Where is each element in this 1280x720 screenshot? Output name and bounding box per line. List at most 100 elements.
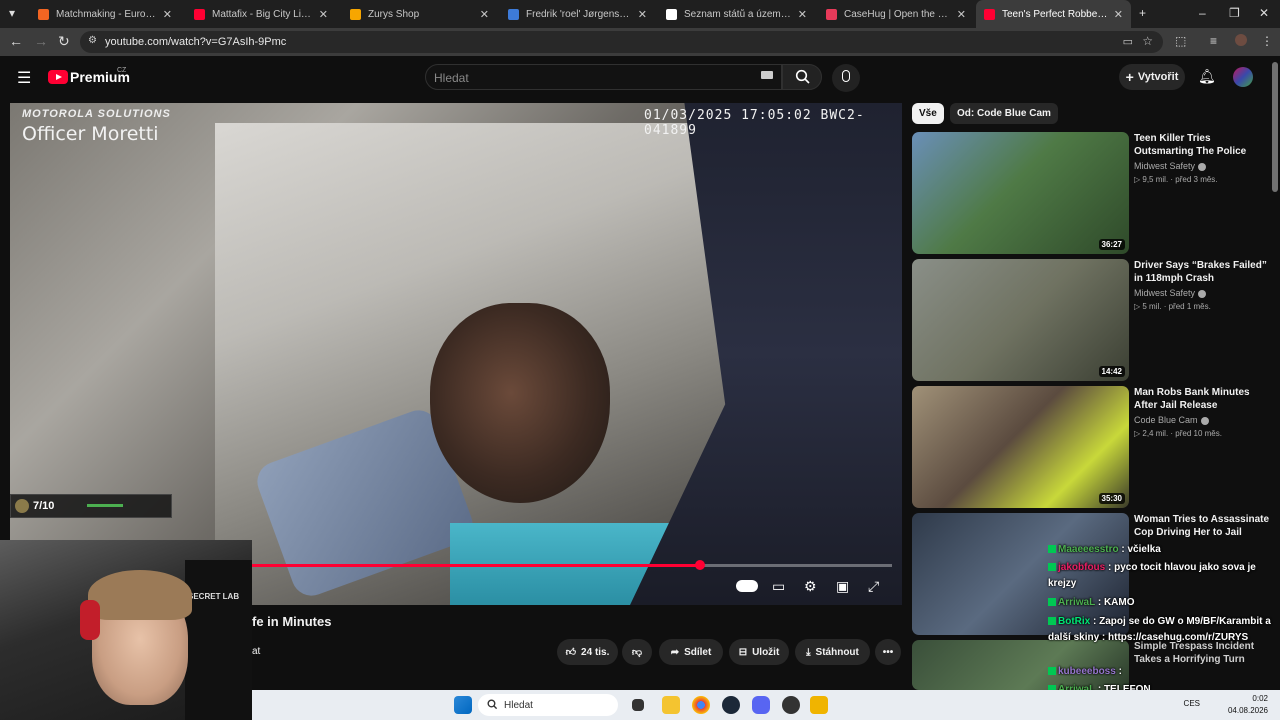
tab-favicon-icon [38,8,49,20]
close-icon[interactable]: ✕ [1114,8,1123,21]
account-avatar[interactable] [1233,67,1253,87]
rec-title[interactable]: Woman Tries to Assassinate Cop Driving H… [1134,513,1272,539]
system-clock[interactable]: 0:02 04.08.2026 [1228,693,1268,717]
input-language[interactable]: CES [1184,699,1200,708]
task-view-icon[interactable] [632,699,644,711]
tab-label: CaseHug | Open the Best CS2 C [844,8,951,20]
rec-age: před 3 měs. [1175,175,1218,184]
media-control-icon[interactable]: ≡ [1210,34,1217,48]
thumbs-down-icon: 👎︎ [631,647,643,658]
autoplay-toggle[interactable] [736,580,758,592]
dislike-button[interactable]: 👎︎ [622,639,652,665]
rec-thumbnail[interactable]: 36:27 [912,132,1129,254]
rec-title[interactable]: Man Robs Bank Minutes After Jail Release [1134,386,1272,412]
taskbar-search[interactable]: Hledat [478,694,618,716]
menu-kebab-icon[interactable]: ⋮ [1261,34,1273,48]
close-icon[interactable]: ✕ [957,8,966,21]
tab-favicon-icon [666,8,677,20]
share-button[interactable]: ➦ Sdílet [659,639,723,665]
chat-username: jakobfous [1058,562,1106,573]
file-explorer-icon[interactable] [662,696,680,714]
minimize-icon[interactable]: – [1199,6,1206,20]
close-icon[interactable]: ✕ [163,8,172,21]
rec-title[interactable]: Teen Killer Tries Outsmarting The Police [1134,132,1272,158]
app-icon[interactable] [810,696,828,714]
profile-avatar[interactable] [1235,34,1247,46]
clock-date: 04.08.2026 [1227,706,1268,715]
chat-message: BotRix : Zapoj se do GW o M9/BF/Karambit… [1048,614,1280,646]
fullscreen-icon[interactable]: ⤢ [868,578,879,595]
back-icon[interactable]: ← [9,33,23,49]
taskbar-search-placeholder: Hledat [504,699,533,711]
subtitles-icon[interactable]: ▭ [772,578,785,595]
rec-meta: ▷ 5 mil. · před 1 měs. [1134,302,1211,311]
more-actions-button[interactable]: ••• [875,639,901,665]
chip-all[interactable]: Vše [912,103,944,124]
reload-icon[interactable]: ↻ [58,33,70,50]
rec-channel[interactable]: Midwest Safety [1134,288,1207,298]
rec-thumbnail[interactable]: 14:42 [912,259,1129,381]
browser-tab[interactable]: Mattafix - Big City Life - YouTub ✕ [186,0,336,28]
close-icon[interactable]: ✕ [638,8,647,21]
save-button[interactable]: ⊟ Uložit [729,639,789,665]
steam-icon[interactable] [722,696,740,714]
rec-title[interactable]: Driver Says “Brakes Failed” in 118mph Cr… [1134,259,1272,285]
voice-search-button[interactable] [832,64,860,92]
browser-tab[interactable]: Matchmaking - Europe 5v5 Qu ✕ [30,0,180,28]
search-button[interactable] [782,64,822,90]
forward-icon[interactable]: → [34,33,48,49]
share-icon: ➦ [670,646,680,658]
region-code: CZ [117,67,127,74]
miniplayer-icon[interactable]: ▣ [836,578,849,595]
tab-favicon-icon [194,8,205,20]
site-info-icon[interactable]: ⚙ [88,35,97,46]
browser-tab[interactable]: Zurys Shop ✕ [342,0,497,28]
chair-brand-logo: SECRET LAB [188,592,240,601]
tab-search-icon[interactable]: ▾ [9,6,15,20]
youtube-logo-icon[interactable] [48,70,68,84]
chip-from-channel[interactable]: Od: Code Blue Cam [950,103,1058,124]
browser-tab[interactable]: Seznam států a území v Africe ✕ [658,0,815,28]
maximize-icon[interactable]: ❐ [1229,6,1240,20]
create-button[interactable]: + Vytvořit [1119,64,1185,90]
bookmark-star-icon[interactable]: ☆ [1142,34,1153,48]
discord-icon[interactable] [752,696,770,714]
notifications-bell-icon[interactable]: 🔔︎ [1198,68,1216,85]
browser-tab[interactable]: Fredrik 'roel' Jørgensen's Coun ✕ [500,0,655,28]
close-window-icon[interactable]: ✕ [1259,6,1269,20]
close-icon[interactable]: ✕ [480,8,489,21]
rec-channel[interactable]: Code Blue Cam [1134,415,1209,425]
hamburger-menu-icon[interactable]: ☰ [17,68,31,88]
subscribe-button-fragment[interactable]: at [252,646,260,657]
obs-icon[interactable] [782,696,800,714]
rec-channel[interactable]: Midwest Safety [1134,161,1207,171]
close-icon[interactable]: ✕ [319,8,328,21]
browser-tab-active[interactable]: Teen's Perfect Robbery Plan ✕ [976,0,1131,28]
download-button[interactable]: ⤓ Stáhnout [795,639,870,665]
settings-gear-icon[interactable]: ⚙ [804,578,817,595]
rec-views: 2,4 mil. [1142,429,1169,438]
install-icon[interactable]: ▭ [1123,35,1133,48]
like-button[interactable]: 👍︎ 24 tis. [557,639,618,665]
windows-start-icon[interactable] [454,696,472,714]
bodycam-timestamp: 01/03/2025 17:05:02 BWC2-041899 [644,108,865,138]
rec-duration: 14:42 [1098,366,1125,377]
new-tab-icon[interactable]: + [1139,6,1146,20]
video-frame-person [430,303,610,503]
extensions-icon[interactable]: ⬚ [1175,34,1186,48]
chat-message: jakobfous : pyco tocit hlavou jako sova … [1048,560,1280,592]
verified-icon [1198,162,1207,171]
streamer-hair [88,570,192,620]
video-scrubber-handle[interactable] [695,560,705,570]
video-progress-bar[interactable] [252,560,892,570]
rec-thumbnail[interactable]: 35:30 [912,386,1129,508]
video-player[interactable]: MOTOROLA SOLUTIONS Officer Moretti 01/03… [10,103,902,605]
close-icon[interactable]: ✕ [798,8,807,21]
browser-tab[interactable]: CaseHug | Open the Best CS2 C ✕ [818,0,974,28]
page-scrollbar[interactable] [1272,62,1278,192]
tab-label: Zurys Shop [368,8,420,20]
search-input[interactable]: Hledat [425,64,782,90]
chrome-icon[interactable] [692,696,710,714]
address-bar[interactable]: ⚙ youtube.com/watch?v=G7AsIh-9Pmc ▭ ☆ [80,31,1163,53]
keyboard-icon[interactable] [761,71,773,79]
